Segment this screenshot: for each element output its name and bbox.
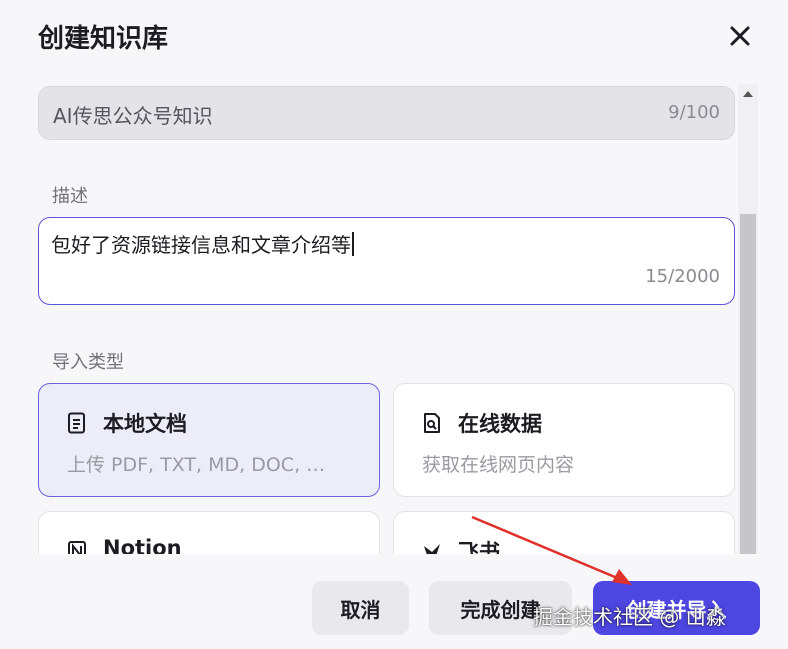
feishu-icon (424, 544, 440, 554)
import-option-desc: 获取在线网页内容 (422, 454, 575, 476)
description-textarea[interactable]: 包好了资源链接信息和文章介绍等 15/2000 (38, 217, 735, 305)
text-caret (352, 232, 354, 256)
import-option-local-docs[interactable]: 本地文档 上传 PDF, TXT, MD, DOC, … (38, 383, 380, 497)
description-char-counter: 15/2000 (645, 266, 720, 287)
name-input-value: AI传思公众号知识 (53, 104, 213, 128)
import-option-name: 本地文档 (103, 412, 187, 436)
import-option-notion[interactable]: Notion (38, 511, 380, 554)
name-char-counter: 9/100 (668, 102, 720, 123)
web-page-icon (424, 413, 440, 433)
close-icon[interactable] (726, 22, 754, 50)
scrollbar-thumb[interactable] (740, 214, 756, 554)
form-scroll-area: AI传思公众号知识 9/100 描述 包好了资源链接信息和文章介绍等 15/20… (0, 78, 788, 554)
description-label: 描述 (52, 186, 88, 207)
import-option-feishu[interactable]: 飞书 (393, 511, 735, 554)
notion-icon (68, 541, 86, 554)
cancel-button[interactable]: 取消 (312, 581, 409, 635)
import-option-desc: 上传 PDF, TXT, MD, DOC, … (67, 454, 326, 476)
document-icon (68, 412, 85, 434)
name-input[interactable]: AI传思公众号知识 9/100 (38, 86, 735, 140)
import-option-name: 飞书 (458, 540, 500, 554)
import-option-online-data[interactable]: 在线数据 获取在线网页内容 (393, 383, 735, 497)
form-scrollbar[interactable] (738, 84, 758, 554)
import-option-name: Notion (103, 536, 182, 554)
import-type-label: 导入类型 (52, 352, 124, 373)
watermark: 掘金技术社区 @ 山淼 (533, 605, 726, 629)
description-value: 包好了资源链接信息和文章介绍等 (51, 233, 351, 257)
dialog-title: 创建知识库 (38, 24, 169, 54)
scroll-up-arrow-icon[interactable] (743, 91, 753, 97)
import-option-name: 在线数据 (458, 412, 542, 436)
